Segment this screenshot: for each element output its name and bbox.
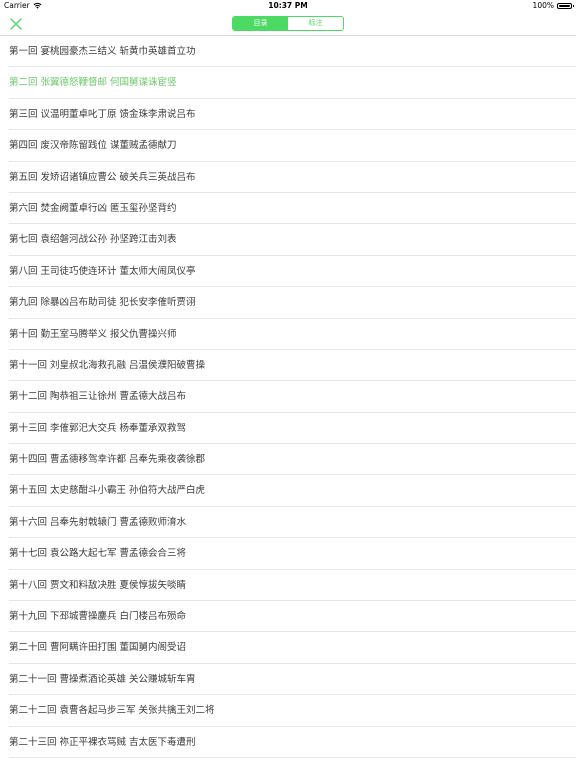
chapter-item[interactable]: 第十一回 刘皇叔北海救孔融 吕温侯濮阳破曹操 bbox=[0, 350, 576, 382]
toc-segmented-control: 目录 标注 bbox=[232, 16, 344, 31]
chapter-item[interactable]: 第二十回 曹阿瞒许田打围 董国舅内阁受诏 bbox=[0, 632, 576, 665]
chapter-item[interactable]: 第一回 宴桃园豪杰三结义 斩黄巾英雄首立功 bbox=[0, 36, 576, 68]
chapter-item[interactable]: 第三回 议温明董卓叱丁原 馈金珠李肃说吕布 bbox=[0, 99, 576, 131]
chapter-item[interactable]: 第十六回 吕奉先射戟辕门 曹孟德败师淯水 bbox=[0, 507, 576, 539]
tab-annotations[interactable]: 标注 bbox=[288, 17, 343, 30]
chapter-item[interactable]: 第十四回 曹孟德移驾幸许都 吕奉先乘夜袭徐郡 bbox=[0, 444, 576, 476]
chapter-list: 第一回 宴桃园豪杰三结义 斩黄巾英雄首立功 第二回 张翼德怒鞭督邮 何国舅谋诛宦竖… bbox=[0, 36, 576, 768]
chapter-item-current[interactable]: 第二回 张翼德怒鞭督邮 何国舅谋诛宦竖 bbox=[0, 67, 576, 100]
navigation-bar: 目录 标注 bbox=[0, 12, 576, 36]
close-icon[interactable] bbox=[8, 16, 24, 32]
chapter-item[interactable]: 第二十二回 袁曹各起马步三军 关张共擒王刘二将 bbox=[0, 695, 576, 727]
chapter-item[interactable]: 第六回 焚金阙董卓行凶 匿玉玺孙坚背约 bbox=[0, 193, 576, 225]
chapter-item[interactable]: 第十回 勤王室马腾举义 报父仇曹操兴师 bbox=[0, 319, 576, 351]
chapter-item[interactable]: 第七回 袁绍磐河战公孙 孙坚跨江击刘表 bbox=[0, 224, 576, 257]
chapter-item[interactable]: 第八回 王司徒巧使连环计 董太师大闹凤仪亭 bbox=[0, 256, 576, 288]
chapter-item[interactable]: 第十五回 太史慈酣斗小霸王 孙伯符大战严白虎 bbox=[0, 475, 576, 508]
chapter-item[interactable]: 第二十三回 祢正平裸衣骂贼 吉太医下毒遭刑 bbox=[0, 727, 576, 759]
battery-percent: 100% bbox=[532, 1, 554, 10]
reader-toc-screen: Carrier 10:37 PM 100% 目录 标注 第一回 宴桃园豪杰三结义… bbox=[0, 0, 576, 768]
chapter-item[interactable]: 第四回 废汉帝陈留践位 谋董贼孟德献刀 bbox=[0, 130, 576, 162]
battery-icon bbox=[557, 2, 574, 9]
chapter-item[interactable]: 第十七回 袁公路大起七军 曹孟德会合三将 bbox=[0, 538, 576, 571]
chapter-item[interactable]: 第十三回 李傕郭汜大交兵 杨奉董承双救驾 bbox=[0, 413, 576, 445]
chapter-item[interactable]: 第十二回 陶恭祖三让徐州 曹孟德大战吕布 bbox=[0, 381, 576, 414]
status-bar: Carrier 10:37 PM 100% bbox=[0, 0, 576, 12]
chapter-item[interactable]: 第九回 除暴凶吕布助司徒 犯长安李傕听贾诩 bbox=[0, 287, 576, 319]
chapter-item[interactable]: 第十八回 贾文和料敌决胜 夏侯惇拔矢啖睛 bbox=[0, 570, 576, 602]
status-right: 100% bbox=[532, 1, 574, 10]
tab-contents[interactable]: 目录 bbox=[233, 17, 288, 30]
status-time: 10:37 PM bbox=[268, 1, 308, 10]
chapter-item[interactable]: 第十九回 下邳城曹操鏖兵 白门楼吕布殒命 bbox=[0, 601, 576, 633]
chapter-item[interactable]: 第五回 发矫诏诸镇应曹公 破关兵三英战吕布 bbox=[0, 162, 576, 194]
chapter-item[interactable]: 第二十一回 曹操煮酒论英雄 关公赚城斩车胄 bbox=[0, 664, 576, 696]
